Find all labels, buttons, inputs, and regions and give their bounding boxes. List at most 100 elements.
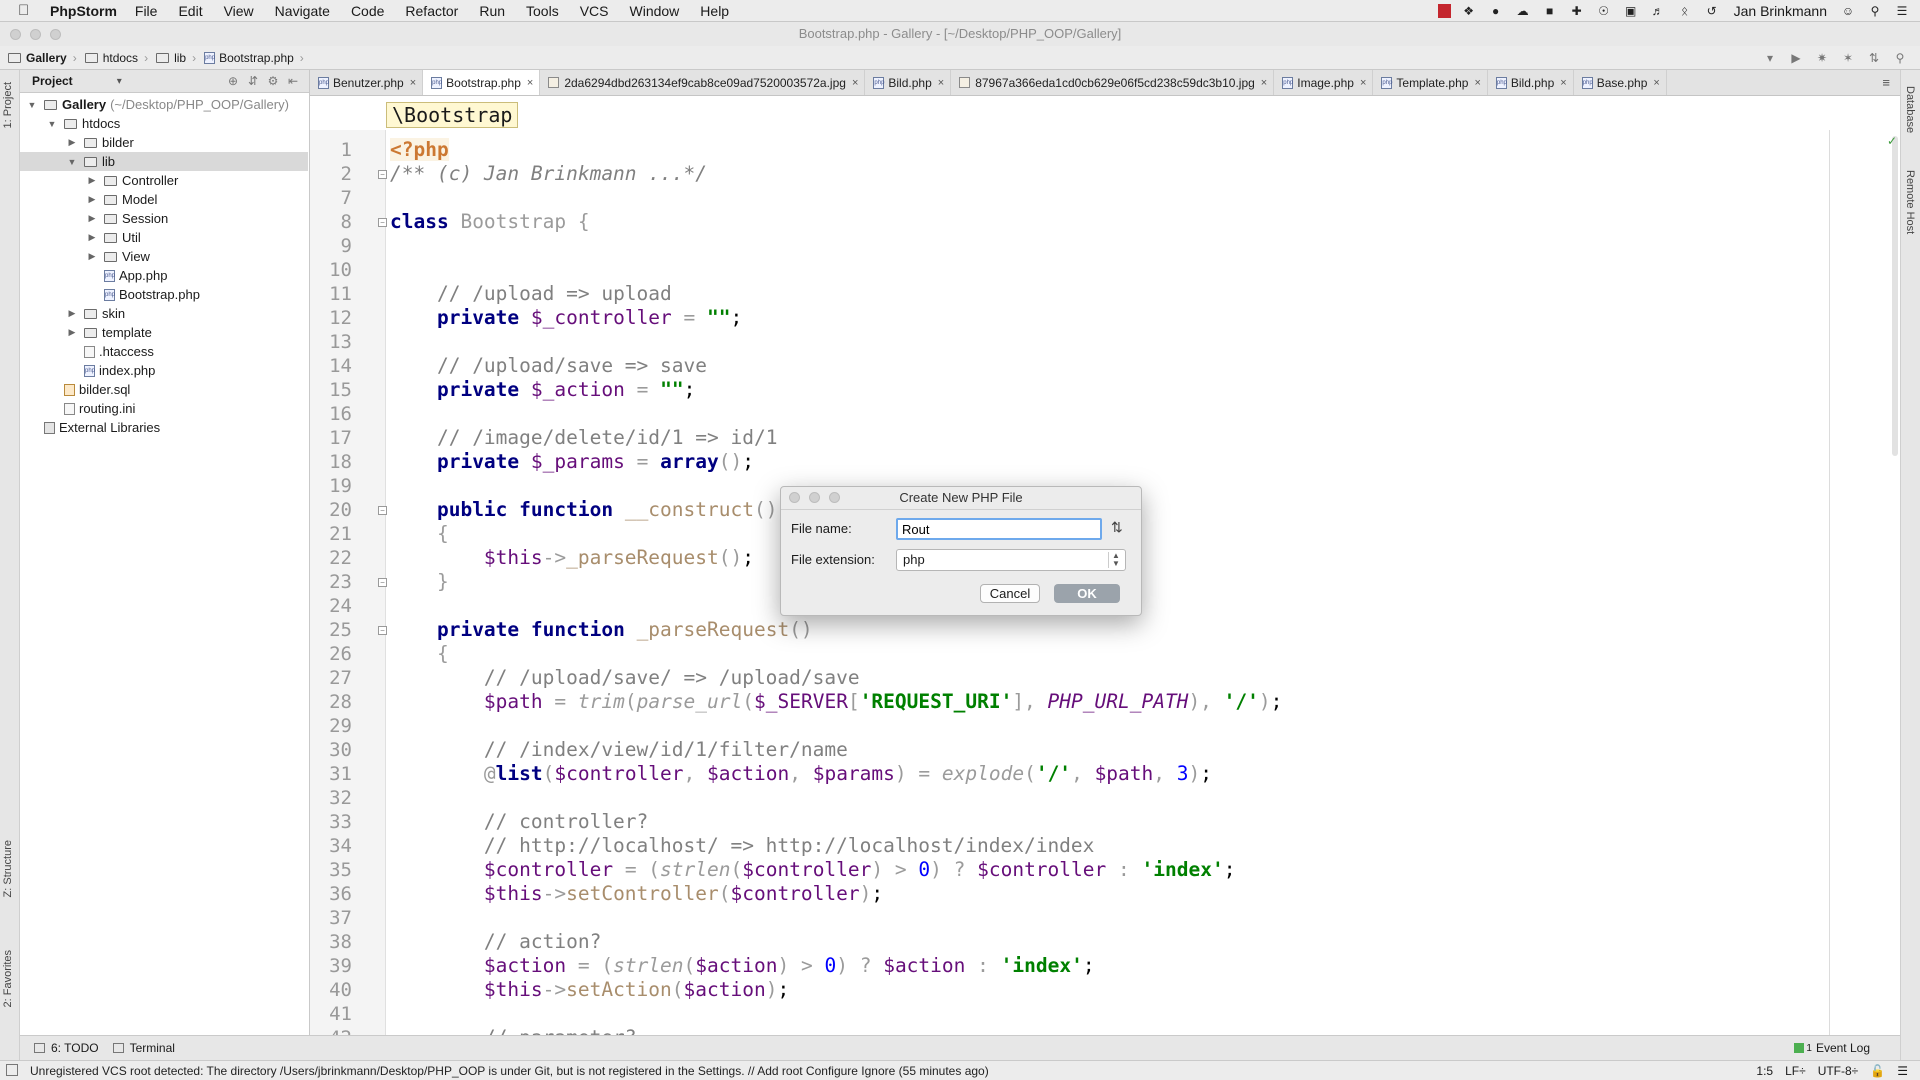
menu-view[interactable]: View bbox=[224, 3, 254, 19]
editor-tab[interactable]: php Bild.php × bbox=[1488, 70, 1574, 95]
project-view-selector[interactable]: Project bbox=[32, 74, 73, 88]
database-tool-tab[interactable]: Database bbox=[1904, 86, 1916, 133]
scroll-from-source-icon[interactable]: ⊕ bbox=[223, 74, 243, 88]
onepassword-icon[interactable]: ☉ bbox=[1595, 4, 1613, 18]
tree-item[interactable]: ▶ Session bbox=[20, 209, 308, 228]
dropbox-icon[interactable]: ❖ bbox=[1460, 4, 1478, 18]
fold-marker-icon[interactable]: − bbox=[378, 170, 387, 179]
close-tab-icon[interactable]: × bbox=[1360, 77, 1366, 89]
menu-window[interactable]: Window bbox=[630, 3, 680, 19]
remote-host-tool-tab[interactable]: Remote Host bbox=[1904, 170, 1916, 234]
menu-code[interactable]: Code bbox=[351, 3, 384, 19]
tree-item[interactable]: ▶ template bbox=[20, 323, 308, 342]
tree-item[interactable]: routing.ini bbox=[20, 399, 308, 418]
close-window-button[interactable] bbox=[10, 29, 21, 40]
close-tab-icon[interactable]: × bbox=[852, 77, 858, 89]
tree-item[interactable]: External Libraries bbox=[20, 418, 308, 437]
expanded-arrow-icon[interactable]: ▼ bbox=[46, 119, 58, 129]
editor-tab[interactable]: 87967a366eda1cd0cb629e06f5cd238c59dc3b10… bbox=[951, 70, 1275, 95]
file-name-input[interactable] bbox=[896, 518, 1102, 540]
close-tab-icon[interactable]: × bbox=[1261, 77, 1267, 89]
tree-item[interactable]: ▶ Controller bbox=[20, 171, 308, 190]
cancel-button[interactable]: Cancel bbox=[980, 584, 1040, 603]
run-icon[interactable]: ▶ bbox=[1786, 48, 1806, 68]
favorites-tool-tab[interactable]: 2: Favorites bbox=[2, 950, 14, 1007]
editor-tab[interactable]: php Bootstrap.php × bbox=[423, 70, 541, 95]
tree-item[interactable]: ▼ lib bbox=[20, 152, 308, 171]
breadcrumb-gallery[interactable]: Gallery › bbox=[8, 51, 77, 65]
time-machine-icon[interactable]: ↺ bbox=[1703, 4, 1721, 18]
collapsed-arrow-icon[interactable]: ▶ bbox=[86, 232, 98, 243]
close-tab-icon[interactable]: × bbox=[938, 77, 944, 89]
evernote-icon[interactable]: ● bbox=[1487, 4, 1505, 18]
menu-file[interactable]: File bbox=[135, 3, 158, 19]
tree-item[interactable]: php Bootstrap.php bbox=[20, 285, 308, 304]
tree-item[interactable]: php index.php bbox=[20, 361, 308, 380]
close-tab-icon[interactable]: × bbox=[1474, 77, 1480, 89]
terminal-tool-button[interactable]: Terminal bbox=[112, 1041, 175, 1055]
tree-item[interactable]: ▶ skin bbox=[20, 304, 308, 323]
event-icon[interactable]: ☰ bbox=[1897, 1064, 1908, 1078]
close-tab-icon[interactable]: × bbox=[1560, 77, 1566, 89]
user-name[interactable]: Jan Brinkmann bbox=[1734, 3, 1827, 19]
collapsed-arrow-icon[interactable]: ▶ bbox=[86, 213, 98, 224]
app-icon[interactable]: ▣ bbox=[1622, 4, 1640, 18]
collapsed-arrow-icon[interactable]: ▶ bbox=[66, 308, 78, 319]
collapsed-arrow-icon[interactable]: ▶ bbox=[86, 194, 98, 205]
user-icon[interactable]: ☺ bbox=[1839, 4, 1857, 18]
collapse-all-icon[interactable]: ⇵ bbox=[243, 74, 263, 88]
breadcrumb-lib[interactable]: lib › bbox=[156, 51, 196, 65]
menu-run[interactable]: Run bbox=[479, 3, 505, 19]
editor-tab[interactable]: php Template.php × bbox=[1373, 70, 1488, 95]
menu-vcs[interactable]: VCS bbox=[580, 3, 609, 19]
editor-tab[interactable]: php Base.php × bbox=[1574, 70, 1667, 95]
close-tab-icon[interactable]: × bbox=[410, 77, 416, 89]
sort-icon[interactable]: ⇅ bbox=[1111, 519, 1123, 536]
breadcrumb-bootstrap[interactable]: php Bootstrap.php › bbox=[204, 51, 304, 65]
code-breadcrumb[interactable]: \Bootstrap bbox=[386, 102, 519, 128]
tree-item[interactable]: bilder.sql bbox=[20, 380, 308, 399]
file-encoding[interactable]: UTF-8÷ bbox=[1818, 1064, 1859, 1078]
plugin-icon[interactable]: ✚ bbox=[1568, 4, 1586, 18]
collapsed-arrow-icon[interactable]: ▶ bbox=[66, 327, 78, 338]
debug-icon[interactable]: ✷ bbox=[1812, 48, 1832, 68]
fold-marker-icon[interactable]: − bbox=[378, 626, 387, 635]
bluetooth-icon[interactable]: ᛟ bbox=[1676, 4, 1694, 18]
minimize-window-button[interactable] bbox=[30, 29, 41, 40]
zoom-window-button[interactable] bbox=[50, 29, 61, 40]
notification-center-icon[interactable]: ☰ bbox=[1893, 4, 1911, 18]
editor-tab[interactable]: php Benutzer.php × bbox=[310, 70, 424, 95]
tree-item[interactable]: ▼ Gallery (~/Desktop/PHP_OOP/Gallery) bbox=[20, 95, 308, 114]
search-icon[interactable]: ⚲ bbox=[1890, 48, 1910, 68]
app-menu[interactable]: PhpStorm bbox=[50, 3, 117, 19]
menu-refactor[interactable]: Refactor bbox=[405, 3, 458, 19]
tab-list-icon[interactable]: ≡ bbox=[1882, 75, 1890, 90]
ok-button[interactable]: OK bbox=[1054, 584, 1120, 603]
menu-tools[interactable]: Tools bbox=[526, 3, 559, 19]
menu-navigate[interactable]: Navigate bbox=[275, 3, 330, 19]
tree-item[interactable]: ▶ Util bbox=[20, 228, 308, 247]
editor-tab[interactable]: php Image.php × bbox=[1274, 70, 1374, 95]
dialog-zoom-button[interactable] bbox=[829, 492, 840, 503]
tree-item[interactable]: ▶ Model bbox=[20, 190, 308, 209]
chevron-down-icon[interactable]: ▾ bbox=[117, 76, 122, 87]
project-tool-tab[interactable]: 1: Project bbox=[2, 82, 14, 128]
tree-item[interactable]: php App.php bbox=[20, 266, 308, 285]
menu-edit[interactable]: Edit bbox=[178, 3, 202, 19]
tree-item[interactable]: ▼ htdocs bbox=[20, 114, 308, 133]
editor-tab[interactable]: 2da6294dbd263134ef9cab8ce09ad7520003572a… bbox=[540, 70, 866, 95]
lock-icon[interactable]: 🔓 bbox=[1870, 1064, 1885, 1078]
hide-panel-icon[interactable]: ⇤ bbox=[283, 74, 303, 88]
spotlight-icon[interactable]: ⚲ bbox=[1866, 4, 1884, 18]
status-message[interactable]: Unregistered VCS root detected: The dire… bbox=[30, 1064, 989, 1078]
run-config-dropdown-icon[interactable]: ▾ bbox=[1760, 48, 1780, 68]
cloud-icon[interactable]: ☁ bbox=[1514, 4, 1532, 18]
expanded-arrow-icon[interactable]: ▼ bbox=[26, 100, 38, 110]
tree-item[interactable]: ▶ bilder bbox=[20, 133, 308, 152]
structure-tool-tab[interactable]: Z: Structure bbox=[2, 840, 14, 897]
editor-scrollbar[interactable] bbox=[1892, 136, 1898, 456]
expanded-arrow-icon[interactable]: ▼ bbox=[66, 157, 78, 167]
chat-icon[interactable]: ■ bbox=[1541, 4, 1559, 18]
tree-item[interactable]: .htaccess bbox=[20, 342, 308, 361]
apple-icon[interactable]:  bbox=[18, 2, 38, 19]
